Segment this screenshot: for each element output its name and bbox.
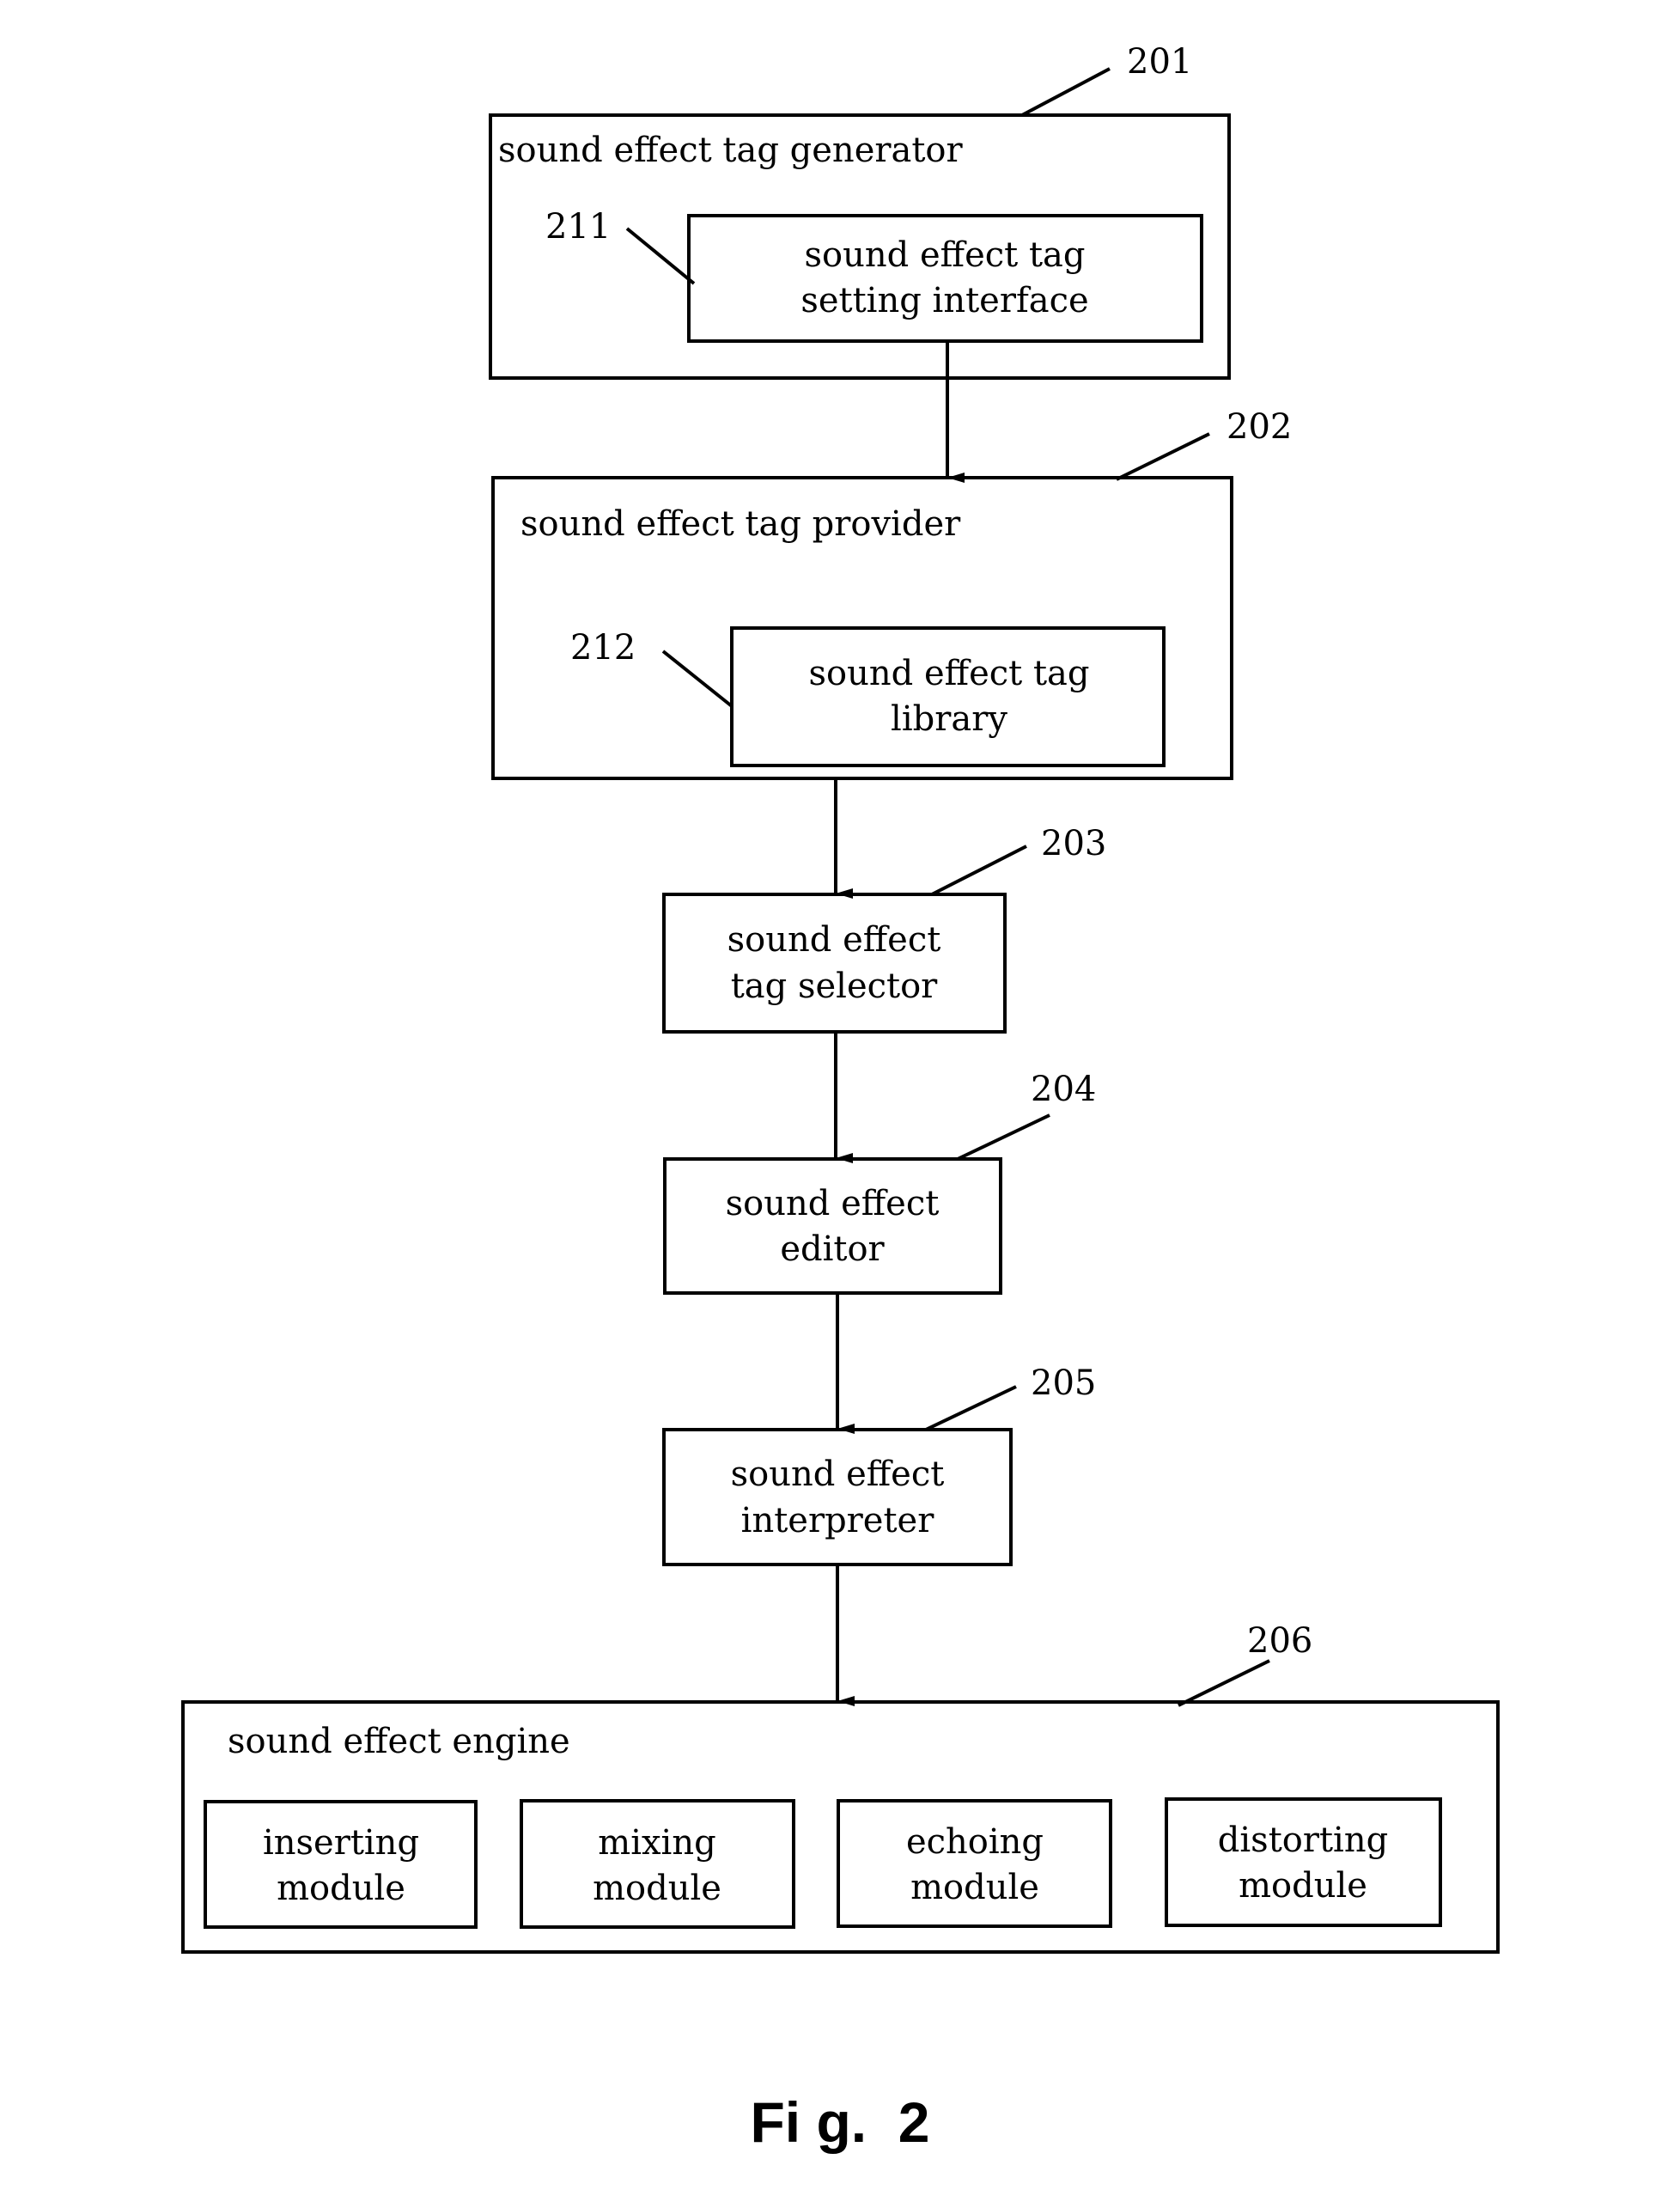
selector-line1: sound effect (727, 920, 941, 960)
leader-line-205 (925, 1385, 1017, 1431)
ref-201: 201 (1127, 42, 1192, 82)
sound-effect-engine-block: sound effect engine 206 inserting module… (181, 1621, 1500, 1954)
leader-line-201 (1021, 67, 1111, 117)
library-box (730, 626, 1166, 767)
engine-label: sound effect engine (228, 1722, 570, 1761)
mixing-module: mixing module (520, 1799, 795, 1929)
echoing-module: echoing module (837, 1799, 1112, 1928)
ref-204: 204 (1031, 1070, 1096, 1109)
interpreter-line1: sound effect (731, 1455, 945, 1494)
inserting-module: inserting module (204, 1800, 478, 1929)
interpreter-box (662, 1428, 1013, 1566)
leader-line-203 (931, 845, 1027, 896)
leader-line-204 (957, 1113, 1050, 1161)
inserting-module-line2: module (277, 1869, 405, 1908)
leader-line-202 (1116, 432, 1210, 481)
echoing-module-line2: module (910, 1868, 1039, 1907)
library-line1: sound effect tag (809, 654, 1090, 693)
library-line2: library (891, 699, 1007, 739)
ref-205: 205 (1031, 1363, 1096, 1403)
setting-interface-line1: sound effect tag (805, 235, 1086, 275)
inserting-module-box (204, 1800, 478, 1929)
selector-line2: tag selector (731, 967, 938, 1006)
sound-effect-interpreter-block: sound effect interpreter 205 (662, 1363, 1096, 1566)
editor-line2: editor (780, 1229, 885, 1269)
leader-line-212 (661, 650, 733, 708)
distorting-module: distorting module (1165, 1797, 1442, 1927)
leader-line-206 (1178, 1659, 1270, 1707)
editor-line1: sound effect (726, 1184, 940, 1223)
distorting-module-line1: distorting (1218, 1821, 1388, 1860)
sound-effect-tag-selector-block: sound effect tag selector 203 (662, 824, 1106, 1034)
editor-box (663, 1157, 1002, 1295)
distorting-module-line2: module (1239, 1866, 1367, 1906)
ref-202: 202 (1227, 407, 1292, 447)
interpreter-line2: interpreter (741, 1501, 935, 1540)
distorting-module-box (1165, 1797, 1442, 1927)
echoing-module-line1: echoing (906, 1822, 1044, 1862)
mixing-module-line1: mixing (598, 1823, 715, 1863)
provider-label: sound effect tag provider (520, 504, 961, 544)
ref-203: 203 (1041, 824, 1106, 863)
selector-box (662, 893, 1007, 1034)
inserting-module-line1: inserting (263, 1823, 419, 1863)
setting-interface-box (687, 214, 1203, 343)
echoing-module-box (837, 1799, 1112, 1928)
mixing-module-line2: module (593, 1869, 721, 1908)
figure-caption: Fi g. 2 (750, 2090, 929, 2154)
block-diagram: sound effect tag generator 201 sound eff… (181, 42, 1500, 2154)
tag-setting-interface-block: sound effect tag setting interface 211 (545, 207, 1203, 343)
sound-effect-editor-block: sound effect editor 204 (663, 1070, 1096, 1295)
setting-interface-line2: setting interface (800, 281, 1088, 320)
generator-label: sound effect tag generator (498, 131, 963, 170)
tag-library-block: sound effect tag library 212 (570, 626, 1166, 767)
ref-212: 212 (570, 628, 636, 668)
leader-line-211 (625, 227, 696, 285)
ref-206: 206 (1247, 1621, 1312, 1661)
ref-211: 211 (545, 207, 611, 247)
